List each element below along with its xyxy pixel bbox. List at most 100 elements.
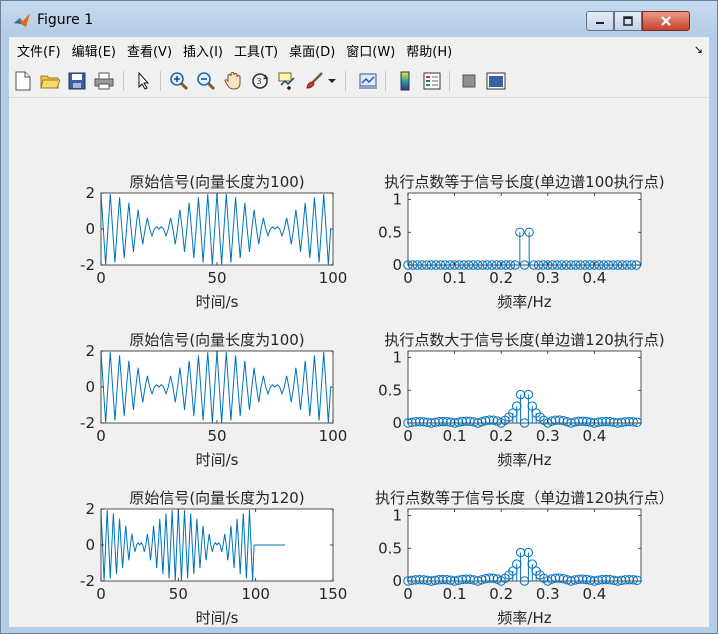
y-tick-label: 1 (392, 507, 402, 525)
pointer-icon (138, 72, 150, 90)
x-tick-label: 0.2 (489, 585, 513, 603)
window-title: Figure 1 (37, 12, 94, 28)
menu-bar: 文件(F) 编辑(E) 查看(V) 插入(I) 工具(T) 桌面(D) 窗口(W… (9, 37, 709, 64)
figure-toolbar: 3 (9, 64, 709, 98)
x-tick-label: 0.4 (582, 427, 606, 445)
colorbar-icon (400, 71, 410, 91)
rotate-3d-button[interactable]: 3 (249, 70, 271, 92)
x-tick-label: 0.1 (443, 427, 467, 445)
zoom-out-button[interactable] (195, 70, 217, 92)
menu-file[interactable]: 文件(F) (9, 41, 61, 60)
axes-title: 原始信号(向量长度为100) (129, 331, 304, 349)
maximize-button[interactable] (614, 11, 642, 31)
y-tick-label: 0 (392, 256, 402, 274)
brush-icon (306, 72, 323, 89)
y-tick-label: 0.5 (378, 223, 402, 241)
axes-2[interactable]: 0 0.1 0.2 0.3 0.4 0 0.5 1执行点数等于信号长度(单边谱100执行点) 频… (378, 173, 665, 311)
x-axis-label: 频率/Hz (497, 451, 551, 469)
y-tick-label: 2 (85, 342, 95, 360)
menu-desktop[interactable]: 桌面(D) (281, 41, 335, 60)
axes-3[interactable]: 0 50 100-202原始信号(向量长度为100)时间/s (80, 331, 347, 469)
open-file-button[interactable] (39, 70, 61, 92)
brush-button[interactable] (303, 70, 325, 92)
new-figure-button[interactable] (12, 70, 34, 92)
pan-button[interactable] (222, 70, 244, 92)
save-button[interactable] (66, 70, 88, 92)
link-plot-button[interactable] (357, 70, 379, 92)
svg-text:3: 3 (257, 77, 262, 86)
menu-view[interactable]: 查看(V) (119, 41, 172, 60)
pan-hand-icon (224, 71, 241, 90)
zoom-in-button[interactable] (168, 70, 190, 92)
x-axis-label: 时间/s (196, 609, 239, 627)
menu-overflow-icon[interactable]: ↘ (694, 43, 703, 56)
data-cursor-icon (278, 72, 295, 90)
link-plot-icon (359, 73, 377, 89)
x-tick-label: 0.4 (582, 269, 606, 287)
x-tick-label: 0 (403, 269, 413, 287)
menu-help[interactable]: 帮助(H) (398, 41, 452, 60)
x-tick-label: 0.3 (536, 269, 560, 287)
menu-tools[interactable]: 工具(T) (226, 41, 278, 60)
pointer-button[interactable] (133, 70, 155, 92)
x-tick-label: 0.2 (489, 427, 513, 445)
hide-plot-tools-icon (462, 74, 476, 88)
axes-1[interactable]: 0 50 100-202原始信号(向量长度为100)时间/s (80, 173, 347, 311)
x-tick-label: 0 (96, 427, 106, 445)
legend-button[interactable] (421, 70, 443, 92)
x-axis-label: 频率/Hz (497, 293, 551, 311)
axes-title: 原始信号(向量长度为100) (129, 173, 304, 191)
x-tick-label: 50 (207, 269, 226, 287)
axes-5[interactable]: 0 50 100 150-202原始信号(向量长度为120)时间/s (80, 489, 347, 627)
x-tick-label: 100 (241, 585, 270, 603)
title-bar[interactable]: Figure 1 (1, 1, 717, 37)
y-tick-label: 0 (85, 220, 95, 238)
minimize-button[interactable] (586, 11, 614, 31)
zoom-out-icon (197, 72, 216, 91)
axes-title: 执行点数等于信号长度(单边谱100执行点) (384, 173, 664, 191)
zoom-in-icon (170, 72, 189, 91)
rotate-3d-icon: 3 (252, 73, 269, 89)
x-axis-label: 时间/s (196, 293, 239, 311)
axes-box (407, 192, 642, 266)
x-tick-label: 0 (403, 427, 413, 445)
new-figure-icon (15, 71, 31, 91)
axes-6[interactable]: 0 0.1 0.2 0.3 0.4 0 0.5 1执行点数等于信号长度（单边谱120执行点） 频… (375, 489, 674, 627)
data-cursor-button[interactable] (276, 70, 298, 92)
x-tick-label: 0 (96, 585, 106, 603)
y-tick-label: 0.5 (378, 539, 402, 557)
print-icon (94, 72, 114, 90)
brush-dropdown-button[interactable] (327, 70, 337, 92)
open-file-icon (40, 75, 60, 89)
x-axis-label: 频率/Hz (497, 609, 551, 627)
show-plot-tools-icon (486, 72, 506, 90)
y-tick-label: 2 (85, 184, 95, 202)
maximize-icon (623, 16, 633, 26)
x-tick-label: 0.3 (536, 427, 560, 445)
menu-window[interactable]: 窗口(W) (338, 41, 395, 60)
menu-insert[interactable]: 插入(I) (175, 41, 223, 60)
axes-title: 原始信号(向量长度为120) (129, 489, 304, 507)
show-plot-tools-button[interactable] (485, 70, 507, 92)
hide-plot-tools-button[interactable] (458, 70, 480, 92)
x-tick-label: 0.4 (582, 585, 606, 603)
axes-box (407, 508, 642, 582)
x-tick-label: 50 (207, 427, 226, 445)
matlab-logo-icon (14, 13, 30, 27)
axes-box (407, 350, 642, 424)
menu-edit[interactable]: 编辑(E) (64, 41, 116, 60)
save-icon (68, 72, 86, 90)
y-tick-label: -2 (80, 256, 95, 274)
minimize-icon (596, 22, 604, 24)
colorbar-button[interactable] (394, 70, 416, 92)
axes-4[interactable]: 0 0.1 0.2 0.3 0.4 0 0.5 1执行点数大于信号长度(单边谱120执行点) 频… (378, 331, 665, 469)
print-button[interactable] (93, 70, 115, 92)
x-tick-label: 100 (319, 427, 348, 445)
figure-canvas[interactable]: 0 50 100 -2 0 2 原始信号(向量长度为100) 时间/s 0 0.1 0.2 0.3 0.… (9, 98, 709, 627)
x-tick-label: 0.2 (489, 269, 513, 287)
figure-window: Figure 1 文件(F) 编辑(E) 查看(V) 插入(I) 工具(T) 桌… (0, 0, 718, 634)
axes-title: 执行点数等于信号长度（单边谱120执行点） (375, 489, 674, 507)
plots-canvas[interactable]: 0 50 100-202原始信号(向量长度为100)时间/s0 0.1 0.2 0.3 0.… (9, 98, 709, 627)
figure-client-area: 文件(F) 编辑(E) 查看(V) 插入(I) 工具(T) 桌面(D) 窗口(W… (9, 37, 709, 627)
close-button[interactable] (642, 11, 690, 31)
